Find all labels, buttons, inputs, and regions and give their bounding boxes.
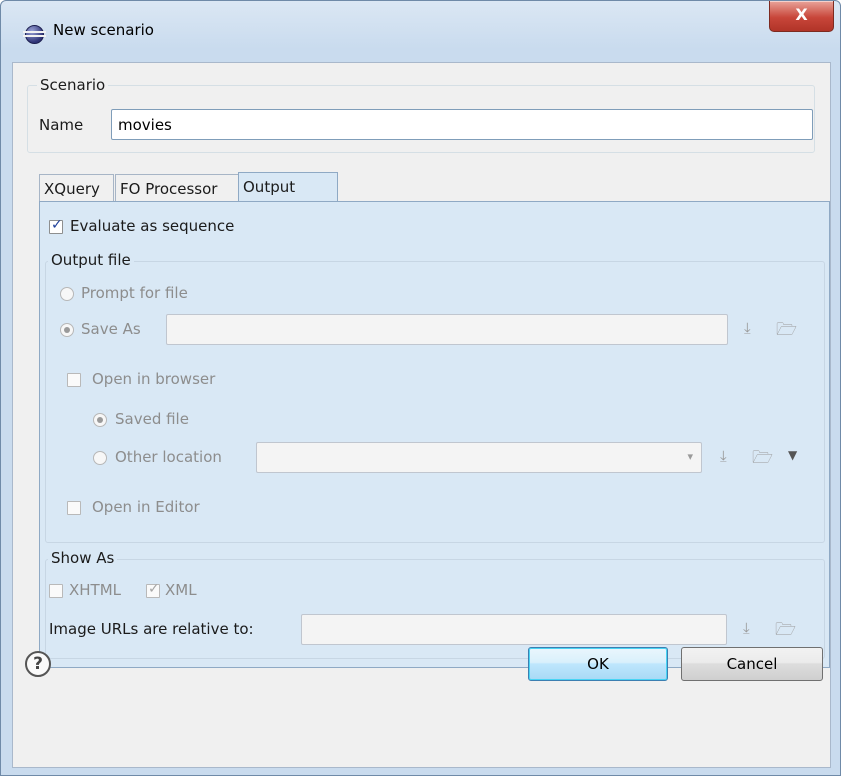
close-button[interactable]: X: [769, 1, 834, 32]
dropdown-arrow-icon[interactable]: ▾: [687, 450, 693, 463]
prompt-for-file-label[interactable]: Prompt for file: [81, 284, 188, 302]
folder-icon[interactable]: 🗁: [752, 445, 773, 474]
scenario-name-input[interactable]: [111, 109, 813, 140]
save-as-radio[interactable]: [60, 323, 74, 337]
image-urls-label: Image URLs are relative to:: [49, 620, 254, 638]
xhtml-checkbox[interactable]: [49, 584, 63, 598]
scenario-group-title: Scenario: [37, 76, 109, 94]
insert-variables-icon[interactable]: ⤓: [720, 447, 727, 465]
folder-icon[interactable]: 🗁: [776, 317, 797, 346]
saved-file-radio[interactable]: [93, 413, 107, 427]
insert-variables-icon[interactable]: ⤓: [743, 619, 750, 637]
evaluate-as-sequence-label[interactable]: Evaluate as sequence: [70, 217, 234, 235]
output-tab-panel: ✓ Evaluate as sequence Output file Promp…: [39, 201, 830, 668]
tab-fo-processor-label: FO Processor: [120, 180, 218, 198]
radio-selected-dot: [97, 417, 103, 423]
xml-checkbox[interactable]: ✓: [146, 581, 160, 598]
xhtml-label[interactable]: XHTML: [69, 581, 121, 599]
name-label: Name: [39, 116, 84, 134]
tab-output-label: Output: [243, 178, 296, 196]
tab-fo-processor[interactable]: FO Processor: [115, 174, 239, 202]
prompt-for-file-radio[interactable]: [60, 287, 74, 301]
open-in-browser-checkbox[interactable]: [67, 373, 81, 387]
save-as-path-input[interactable]: [166, 314, 728, 345]
output-file-group-title: Output file: [48, 251, 134, 269]
other-location-combo[interactable]: ▾: [256, 442, 702, 473]
open-in-editor-checkbox[interactable]: [67, 501, 81, 515]
dialog-body: Scenario Name XQuery FO Processor Output…: [12, 62, 831, 768]
evaluate-as-sequence-checkbox[interactable]: ✓: [49, 217, 63, 234]
save-as-label[interactable]: Save As: [81, 320, 141, 338]
tab-output[interactable]: Output: [238, 172, 338, 202]
check-mark-icon: ✓: [148, 581, 160, 597]
window-title: New scenario: [53, 21, 154, 39]
open-in-browser-label[interactable]: Open in browser: [92, 370, 215, 388]
cancel-button[interactable]: Cancel: [681, 647, 823, 681]
image-urls-input[interactable]: [301, 614, 727, 645]
open-in-editor-label[interactable]: Open in Editor: [92, 498, 200, 516]
title-bar[interactable]: New scenario X: [1, 1, 840, 61]
help-icon[interactable]: ?: [25, 651, 51, 677]
dialog-window: New scenario X Scenario Name XQuery FO P…: [0, 0, 841, 776]
radio-selected-dot: [64, 327, 70, 333]
tab-xquery[interactable]: XQuery: [39, 174, 114, 202]
tab-xquery-label: XQuery: [44, 180, 100, 198]
folder-icon[interactable]: 🗁: [775, 617, 796, 646]
show-as-group-title: Show As: [48, 549, 118, 567]
xml-label[interactable]: XML: [165, 581, 197, 599]
folder-menu-arrow-icon[interactable]: ▼: [788, 448, 797, 462]
other-location-label[interactable]: Other location: [115, 448, 222, 466]
insert-variables-icon[interactable]: ⤓: [744, 319, 751, 337]
ok-button[interactable]: OK: [528, 647, 668, 681]
eclipse-icon: [23, 25, 46, 44]
other-location-radio[interactable]: [93, 451, 107, 465]
saved-file-label[interactable]: Saved file: [115, 410, 189, 428]
check-mark-icon: ✓: [51, 217, 63, 233]
